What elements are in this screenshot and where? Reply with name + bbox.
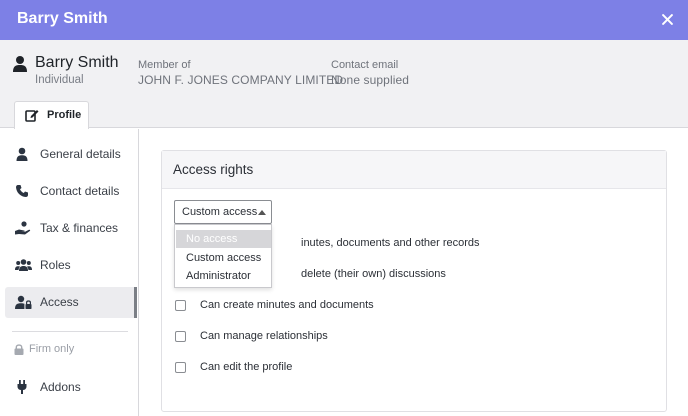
option-custom-access[interactable]: Custom access xyxy=(176,249,271,267)
panel-header: Access rights xyxy=(162,151,666,189)
permission-checkbox[interactable] xyxy=(175,300,186,311)
permission-checkbox[interactable] xyxy=(175,362,186,373)
window-title: Barry Smith xyxy=(17,10,108,27)
member-of-label: Member of xyxy=(138,59,191,71)
users-icon xyxy=(15,258,32,272)
profile-name: Barry Smith xyxy=(35,54,119,71)
permission-label: inutes, documents and other records xyxy=(301,237,480,249)
sidebar: General details Contact details Tax & fi… xyxy=(0,129,139,416)
sidebar-item-contact-details[interactable]: Contact details xyxy=(5,176,137,207)
phone-icon xyxy=(15,184,31,198)
close-icon[interactable] xyxy=(660,10,674,28)
access-level-dropdown: No access Custom access Administrator xyxy=(174,224,272,288)
permission-label: Can edit the profile xyxy=(200,361,293,373)
user-icon xyxy=(15,147,31,161)
hand-coin-icon xyxy=(15,221,31,235)
sidebar-divider xyxy=(12,331,128,332)
sidebar-item-addons[interactable]: Addons xyxy=(5,372,137,403)
sidebar-item-tax-finances[interactable]: Tax & finances xyxy=(5,213,137,244)
contact-email-value: None supplied xyxy=(331,73,410,87)
lock-icon xyxy=(14,344,24,355)
member-of-value: JOHN F. JONES COMPANY LIMITED xyxy=(138,73,344,87)
caret-up-icon xyxy=(258,210,266,215)
profile-header: Barry Smith Individual Member of JOHN F.… xyxy=(0,40,688,129)
sidebar-item-label: Roles xyxy=(40,258,71,272)
access-rights-panel: Access rights Custom access No access Cu… xyxy=(161,150,667,412)
sidebar-item-roles[interactable]: Roles xyxy=(5,250,137,281)
option-no-access[interactable]: No access xyxy=(176,230,271,248)
sidebar-item-general-details[interactable]: General details xyxy=(5,139,137,170)
option-administrator[interactable]: Administrator xyxy=(176,267,271,285)
sidebar-item-label: Access xyxy=(40,295,79,309)
profile-type: Individual xyxy=(35,74,84,86)
permission-checkbox[interactable] xyxy=(175,331,186,342)
user-icon xyxy=(13,55,27,73)
tab-profile[interactable]: Profile xyxy=(14,101,89,129)
firm-only-label: Firm only xyxy=(29,343,75,355)
permission-label: Can manage relationships xyxy=(200,330,328,342)
tab-profile-label: Profile xyxy=(47,109,82,121)
permission-label: delete (their own) discussions xyxy=(301,268,446,280)
main-content: Access rights Custom access No access Cu… xyxy=(140,129,688,416)
access-level-selected: Custom access xyxy=(182,206,258,218)
contact-email-label: Contact email xyxy=(331,59,399,71)
user-lock-icon xyxy=(15,295,32,309)
plug-icon xyxy=(15,380,31,394)
access-level-select[interactable]: Custom access xyxy=(174,200,272,224)
sidebar-item-label: Contact details xyxy=(40,184,120,198)
sidebar-item-label: Addons xyxy=(40,380,81,394)
window-titlebar: Barry Smith xyxy=(0,0,688,40)
panel-title: Access rights xyxy=(173,162,254,177)
edit-icon xyxy=(25,108,39,122)
sidebar-item-label: General details xyxy=(40,147,121,161)
sidebar-item-access[interactable]: Access xyxy=(5,287,137,318)
sidebar-item-label: Tax & finances xyxy=(40,221,119,235)
permission-label: Can create minutes and documents xyxy=(200,299,374,311)
